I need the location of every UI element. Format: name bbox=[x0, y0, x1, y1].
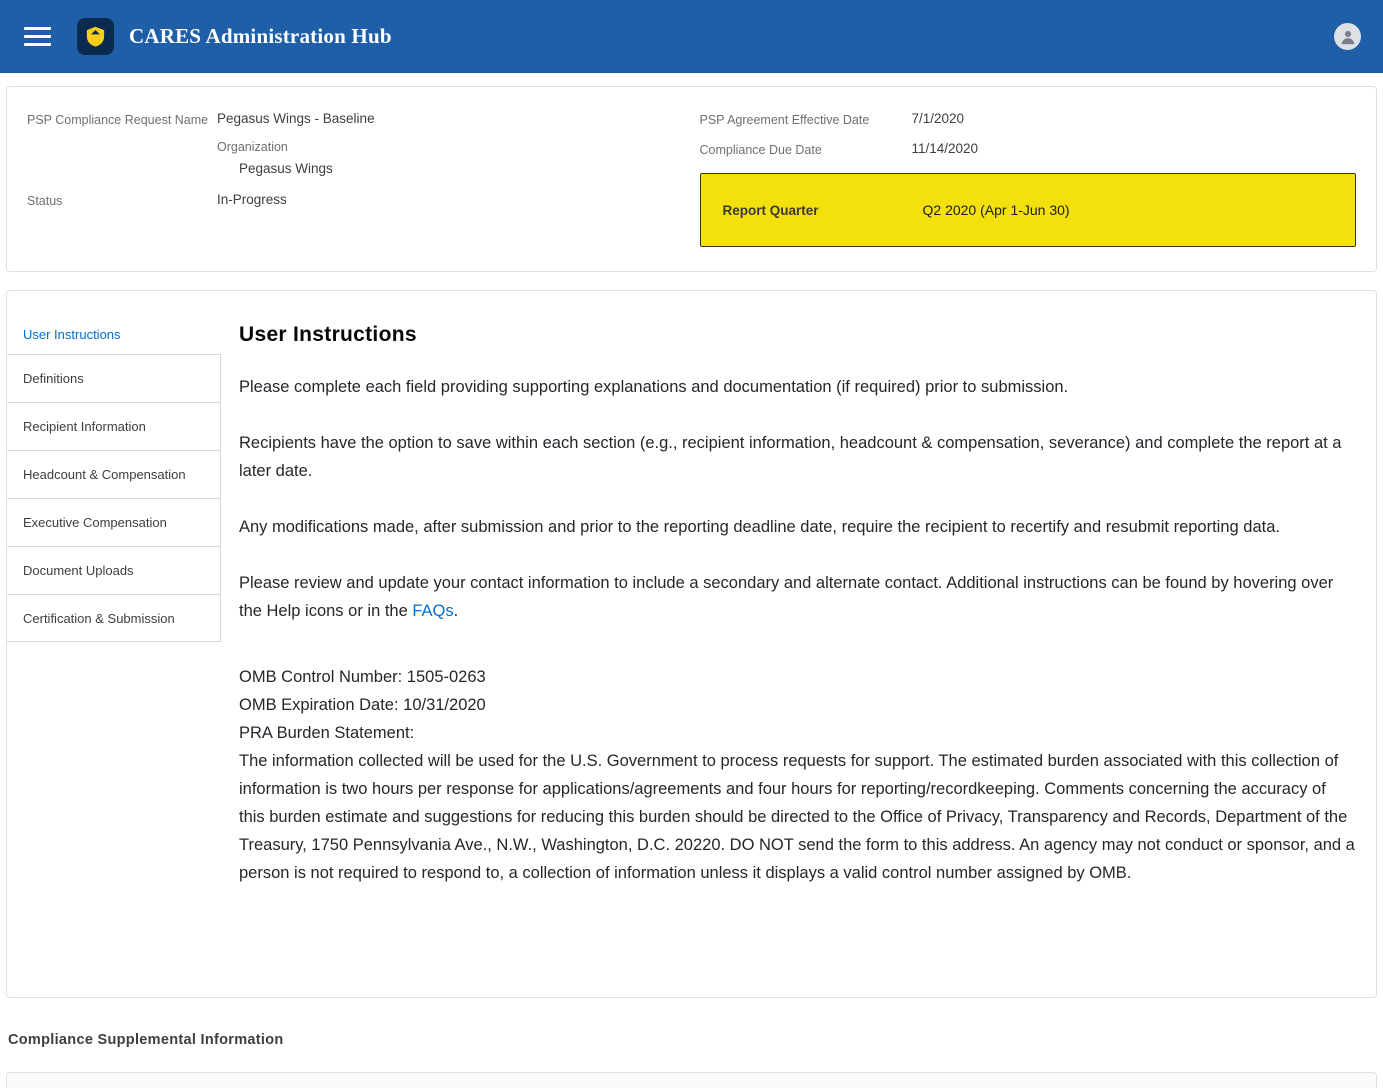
field-value: 7/1/2020 bbox=[912, 109, 965, 129]
hamburger-menu-icon[interactable] bbox=[24, 22, 51, 51]
omb-statement-block: OMB Control Number: 1505-0263 OMB Expira… bbox=[239, 663, 1356, 887]
summary-left-column: PSP Compliance Request Name Pegasus Wing… bbox=[27, 109, 684, 247]
pra-burden-text: The information collected will be used f… bbox=[239, 747, 1356, 887]
compliance-supplemental-information-title: Compliance Supplemental Information bbox=[8, 1032, 1383, 1048]
field-psp-agreement-effective-date: PSP Agreement Effective Date 7/1/2020 bbox=[700, 109, 1357, 129]
faqs-link[interactable]: FAQs bbox=[412, 602, 453, 620]
tab-document-uploads[interactable]: Document Uploads bbox=[7, 546, 221, 594]
shield-logo-icon bbox=[84, 25, 107, 48]
field-label: PSP Agreement Effective Date bbox=[700, 109, 912, 129]
tab-definitions[interactable]: Definitions bbox=[7, 354, 221, 402]
field-label: PSP Compliance Request Name bbox=[27, 109, 217, 129]
summary-right-column: PSP Agreement Effective Date 7/1/2020 Co… bbox=[700, 109, 1357, 247]
field-label: Organization bbox=[217, 139, 333, 159]
field-value: Pegasus Wings - Baseline bbox=[217, 109, 375, 129]
app-header: CARES Administration Hub bbox=[0, 0, 1383, 73]
user-instructions-panel: User Instructions Please complete each f… bbox=[221, 291, 1376, 997]
app-logo bbox=[77, 18, 114, 55]
field-value: 11/14/2020 bbox=[912, 139, 979, 159]
tab-recipient-information[interactable]: Recipient Information bbox=[7, 402, 221, 450]
tab-certification-submission[interactable]: Certification & Submission bbox=[7, 594, 221, 642]
tab-executive-compensation[interactable]: Executive Compensation bbox=[7, 498, 221, 546]
tab-headcount-compensation[interactable]: Headcount & Compensation bbox=[7, 450, 221, 498]
panel-title: User Instructions bbox=[239, 323, 1356, 347]
report-quarter-value: Q2 2020 (Apr 1-Jun 30) bbox=[901, 202, 1070, 218]
field-psp-compliance-request-name: PSP Compliance Request Name Pegasus Wing… bbox=[27, 109, 684, 129]
compliance-summary-card: PSP Compliance Request Name Pegasus Wing… bbox=[6, 86, 1377, 272]
field-label: Status bbox=[27, 190, 217, 210]
omb-expiration-date: OMB Expiration Date: 10/31/2020 bbox=[239, 691, 1356, 719]
user-avatar-icon bbox=[1338, 27, 1358, 47]
instruction-paragraph: Any modifications made, after submission… bbox=[239, 513, 1356, 541]
supplemental-information-card-stub bbox=[6, 1072, 1377, 1088]
app-title: CARES Administration Hub bbox=[129, 24, 392, 49]
field-organization: Organization Pegasus Wings bbox=[27, 139, 684, 176]
report-quarter-label: Report Quarter bbox=[723, 203, 901, 218]
field-compliance-due-date: Compliance Due Date 11/14/2020 bbox=[700, 139, 1357, 159]
status-value: In-Progress bbox=[217, 190, 287, 210]
field-value: Pegasus Wings bbox=[217, 159, 333, 176]
pra-burden-label: PRA Burden Statement: bbox=[239, 719, 1356, 747]
report-sections-card: User Instructions Definitions Recipient … bbox=[6, 290, 1377, 998]
instruction-paragraph: Recipients have the option to save withi… bbox=[239, 429, 1356, 485]
report-quarter-highlight: Report Quarter Q2 2020 (Apr 1-Jun 30) bbox=[700, 173, 1357, 247]
section-tabs: User Instructions Definitions Recipient … bbox=[7, 291, 221, 997]
field-status: Status In-Progress bbox=[27, 190, 684, 210]
user-avatar-button[interactable] bbox=[1334, 23, 1361, 50]
tab-user-instructions[interactable]: User Instructions bbox=[7, 314, 221, 354]
contact-instruction-paragraph: Please review and update your contact in… bbox=[239, 569, 1356, 625]
instruction-paragraph: Please complete each field providing sup… bbox=[239, 373, 1356, 401]
field-label: Compliance Due Date bbox=[700, 139, 912, 159]
omb-control-number: OMB Control Number: 1505-0263 bbox=[239, 663, 1356, 691]
